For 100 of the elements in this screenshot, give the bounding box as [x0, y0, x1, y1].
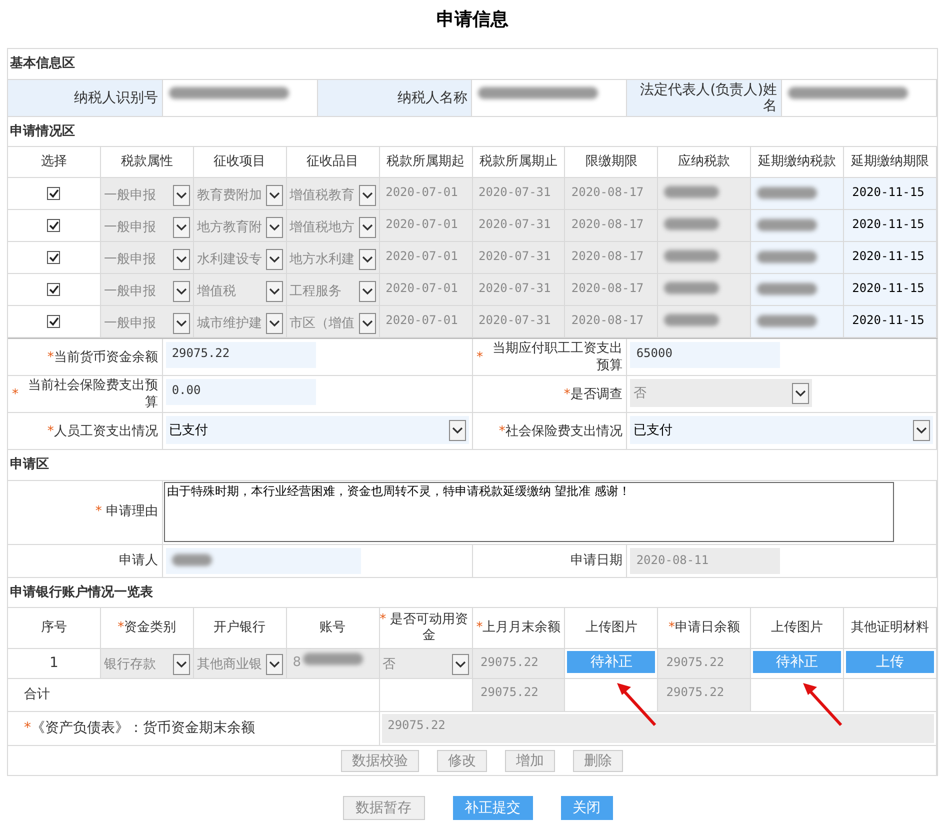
required-mark: *	[47, 348, 54, 366]
select-field[interactable]: 一般申报	[100, 242, 193, 273]
column-header: 是否可动用资金	[388, 612, 469, 644]
select-field[interactable]: 地方水利建	[286, 242, 379, 273]
column-header: 上传图片	[585, 620, 638, 636]
required-mark: *	[498, 422, 506, 440]
date-value: 2020-08-17	[571, 313, 644, 327]
amount-field: 29075.22	[382, 714, 934, 743]
select-field[interactable]: 银行存款	[100, 649, 193, 678]
date-value: 2020-07-01	[386, 185, 458, 199]
select-field[interactable]: 已支付	[630, 416, 933, 444]
action-button[interactable]: 数据校验	[341, 750, 419, 772]
upload-button[interactable]: 待补正	[567, 651, 656, 673]
amount-value: 29075.22	[666, 655, 724, 669]
select-field[interactable]: 一般申报	[100, 178, 193, 209]
select-field[interactable]: 一般申报	[100, 306, 193, 337]
date-value: 2020-07-01	[386, 249, 458, 263]
action-button[interactable]: 删除	[573, 750, 623, 772]
checkbox[interactable]	[47, 187, 60, 200]
select-field[interactable]: 地方教育附	[194, 210, 286, 241]
column-header: 申请日余额	[674, 620, 740, 636]
select-field[interactable]: 否	[380, 649, 472, 678]
date-value: 2020-07-31	[478, 313, 551, 327]
field-label: 当前货币资金余额	[54, 348, 158, 366]
field-label: 当前社会保险费支出预算	[26, 377, 158, 411]
select-field[interactable]: 增值税地方	[286, 210, 379, 241]
column-header: 延期缴纳税款	[758, 153, 836, 172]
amount-value: 29075.22	[480, 685, 538, 699]
column-header: 序号	[40, 620, 67, 636]
upload-button[interactable]: 待补正	[753, 651, 842, 673]
amount-value: 29075.22	[666, 685, 724, 699]
column-header: 应纳税款	[678, 153, 730, 172]
input-field[interactable]	[166, 548, 361, 574]
footer-button[interactable]: 数据暂存	[342, 796, 424, 820]
date-value: 2020-07-01	[386, 281, 458, 295]
checkbox[interactable]	[47, 251, 60, 264]
action-button[interactable]: 修改	[437, 750, 487, 772]
footer-button[interactable]: 关闭	[560, 796, 612, 820]
page-title: 申请信息	[436, 8, 508, 32]
row-number: 1	[49, 654, 58, 673]
total-label: 合计	[24, 686, 50, 704]
field-label: 人员工资支出情况	[54, 422, 158, 440]
date-value: 2020-11-15	[852, 313, 924, 327]
date-value: 2020-11-15	[852, 281, 924, 295]
field-label: 是否调查	[570, 386, 622, 402]
date-value: 2020-08-17	[571, 217, 644, 231]
date-value: 2020-07-31	[478, 281, 551, 295]
upload-button[interactable]: 上传	[846, 651, 934, 673]
section-title: 申请银行账户情况一览表	[10, 584, 153, 600]
checkbox[interactable]	[47, 219, 60, 232]
date-value: 2020-11-15	[852, 249, 924, 263]
column-header: 上月月末余额	[482, 620, 561, 636]
column-header: 其他证明材料	[851, 620, 930, 636]
input-field[interactable]: 0.00	[166, 379, 316, 405]
input-field[interactable]: 2020-08-11	[630, 548, 780, 574]
section-title: 基本信息区	[10, 56, 75, 71]
field-label: 申请日期	[570, 552, 622, 570]
input-field[interactable]: 65000	[630, 342, 780, 368]
select-field[interactable]: 市区（增值	[286, 306, 379, 337]
select-field[interactable]: 工程服务	[286, 274, 379, 305]
column-header: 税款所属期止	[479, 153, 558, 172]
date-value: 2020-08-17	[571, 281, 644, 295]
checkbox[interactable]	[47, 283, 60, 296]
column-header: 账号	[320, 620, 346, 636]
required-mark: *	[24, 719, 31, 738]
required-mark: *	[476, 620, 483, 636]
select-field[interactable]: 其他商业银	[194, 649, 286, 678]
required-mark: *	[95, 503, 102, 522]
required-mark: *	[476, 348, 483, 366]
input-field[interactable]: 29075.22	[166, 342, 316, 368]
column-header: 税款属性	[120, 153, 173, 172]
action-button[interactable]: 增加	[505, 750, 555, 772]
select-field[interactable]: 增值税教育	[286, 178, 379, 209]
footer-button[interactable]: 补正提交	[452, 796, 532, 820]
redacted-mark	[302, 653, 363, 665]
date-value: 2020-07-31	[478, 217, 551, 231]
select-field[interactable]: 一般申报	[100, 274, 193, 305]
required-mark: *	[118, 620, 124, 636]
field-label: 社会保险费支出情况	[505, 422, 622, 440]
select-field[interactable]: 增值税	[194, 274, 286, 305]
account-number: 8	[292, 654, 301, 672]
field-label: 申请人	[118, 552, 158, 570]
column-header: 上传图片	[771, 620, 824, 636]
section-title: 申请情况区	[10, 124, 75, 138]
select-field[interactable]: 已支付	[166, 416, 468, 444]
select-field[interactable]: 教育费附加	[194, 178, 286, 209]
select-field[interactable]: 一般申报	[100, 210, 193, 241]
date-value: 2020-07-01	[386, 313, 458, 327]
column-header: 限缴期限	[585, 153, 638, 172]
checkbox[interactable]	[47, 315, 60, 328]
column-header: 选择	[40, 153, 67, 172]
required-mark: *	[380, 612, 386, 628]
date-value: 2020-08-17	[571, 249, 644, 263]
date-value: 2020-11-15	[852, 217, 924, 231]
select-field[interactable]: 水利建设专	[194, 242, 286, 273]
date-value: 2020-07-31	[478, 249, 551, 263]
field-label: 法定代表人(负责人)姓名	[639, 82, 778, 114]
select-field[interactable]: 城市维护建	[194, 306, 286, 337]
reason-textarea[interactable]: 由于特殊时期，本行业经营困难，资金也周转不灵，特申请税款延缓缴纳 望批准 感谢！	[164, 482, 894, 542]
column-header: 资金类别	[124, 620, 176, 636]
